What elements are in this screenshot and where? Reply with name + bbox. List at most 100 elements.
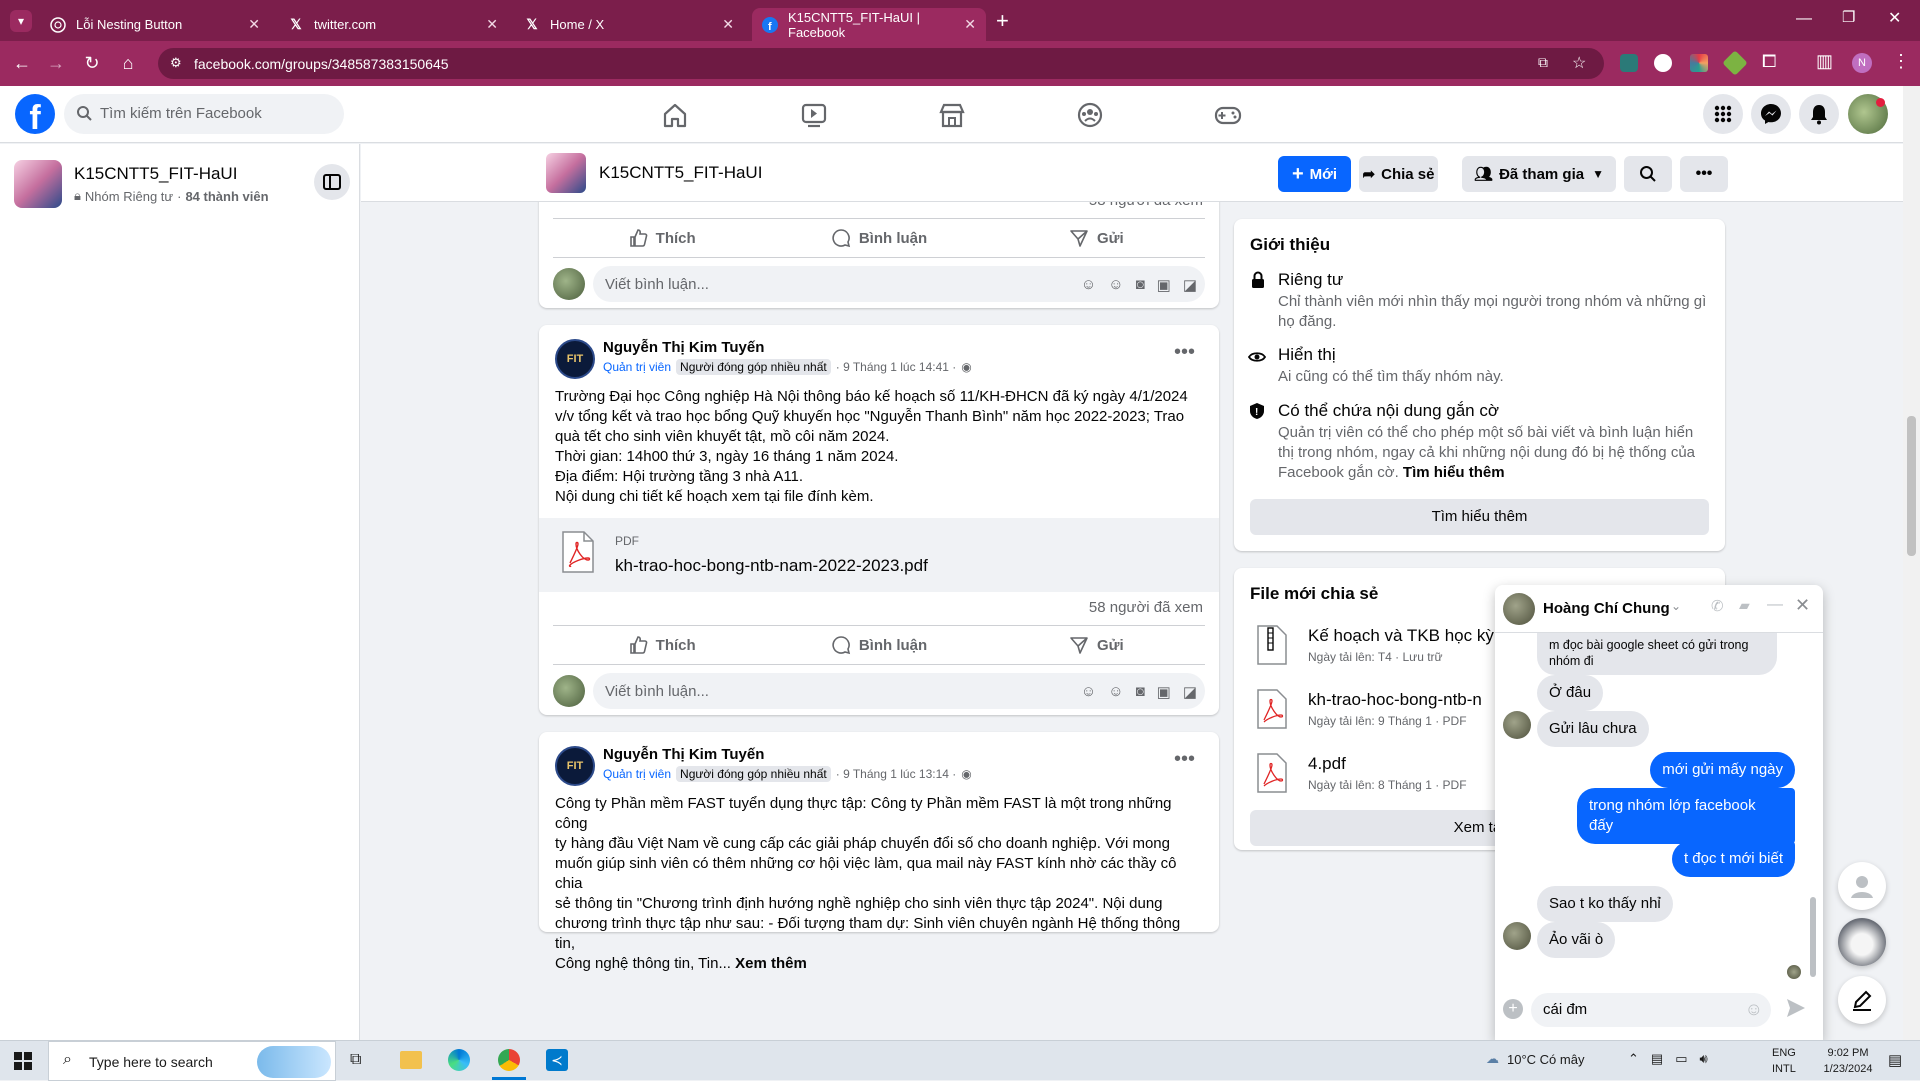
window-close-button[interactable]: ✕ — [1888, 8, 1901, 28]
post-time[interactable]: · 9 Tháng 1 lúc 13:14 · — [836, 767, 957, 781]
message-received[interactable]: m đọc bài google sheet có gửi trong nhóm… — [1537, 633, 1777, 675]
pdf-attachment[interactable]: PDF kh-trao-hoc-bong-ntb-nam-2022-2023.p… — [539, 518, 1219, 592]
message-received[interactable]: Sao t ko thấy nhỉ — [1537, 886, 1673, 922]
message-received[interactable]: Gửi lâu chưa — [1537, 711, 1649, 747]
new-tab-button[interactable]: + — [996, 8, 1009, 34]
extension-icon[interactable] — [1722, 50, 1748, 76]
scroll-thumb[interactable] — [1810, 897, 1816, 977]
tab-nesting-button[interactable]: Lỗi Nesting Button ✕ — [40, 8, 270, 41]
gif-icon[interactable]: ▣ — [1157, 276, 1171, 294]
clock[interactable]: 9:02 PM 1/23/2024 — [1816, 1045, 1880, 1077]
marketplace-nav-icon[interactable] — [937, 100, 967, 130]
search-group-button[interactable] — [1624, 156, 1672, 192]
sticker-icon[interactable]: ◪ — [1183, 276, 1197, 294]
like-button[interactable]: Thích — [553, 626, 770, 664]
close-icon[interactable]: ✕ — [722, 16, 734, 33]
battery-icon[interactable]: ▭ — [1675, 1051, 1687, 1067]
menu-grid-icon[interactable] — [1703, 94, 1743, 134]
share-button[interactable]: ➦ Chia sẻ — [1359, 156, 1438, 192]
emoji-icon[interactable]: ☺ — [1108, 276, 1123, 294]
post-time[interactable]: · 9 Tháng 1 lúc 14:41 · — [836, 360, 957, 374]
author-avatar[interactable]: FIT — [555, 339, 595, 379]
restore-button[interactable]: ❐ — [1842, 8, 1855, 26]
tab-twitter[interactable]: 𝕏 twitter.com ✕ — [278, 8, 508, 41]
collapse-sidebar-icon[interactable] — [314, 164, 350, 200]
message-sent[interactable]: mới gửi mấy ngày — [1650, 752, 1795, 788]
extension-icon[interactable] — [1690, 54, 1708, 72]
home-nav-icon[interactable] — [660, 100, 690, 130]
like-button[interactable]: Thích — [553, 219, 770, 257]
member-count[interactable]: 84 thành viên — [185, 189, 268, 204]
new-message-button[interactable] — [1838, 976, 1886, 1024]
language-indicator[interactable]: ENG INTL — [1772, 1045, 1796, 1077]
post-view-count[interactable]: 58 người đã xem — [1089, 599, 1203, 616]
learn-more-link[interactable]: Tìm hiểu thêm — [1403, 464, 1505, 481]
chat-scrollbar[interactable] — [1809, 637, 1817, 977]
message-input[interactable]: cái đm ☺ — [1531, 993, 1771, 1027]
send-button[interactable]: Gửi — [988, 219, 1205, 257]
minimize-button[interactable]: — — [1796, 10, 1812, 28]
close-icon[interactable]: ✕ — [964, 16, 976, 33]
minimize-chat-icon[interactable]: — — [1767, 596, 1783, 614]
video-nav-icon[interactable] — [799, 100, 829, 130]
see-more-link[interactable]: Xem thêm — [735, 955, 807, 972]
back-icon[interactable]: ← — [12, 53, 32, 73]
group-avatar[interactable] — [546, 153, 586, 193]
post-options-icon[interactable]: ••• — [1174, 748, 1195, 771]
install-icon[interactable]: ⧉ — [1538, 54, 1548, 71]
author-name[interactable]: Nguyễn Thị Kim Tuyến — [603, 339, 764, 356]
facebook-logo[interactable]: f — [15, 94, 55, 134]
new-post-button[interactable]: + Mới — [1278, 156, 1351, 192]
group-avatar[interactable] — [14, 160, 62, 208]
file-explorer-icon[interactable] — [400, 1051, 422, 1069]
group-title[interactable]: K15CNTT5_FIT-HaUI — [599, 163, 762, 183]
tab-search-icon[interactable]: ▾ — [10, 10, 32, 32]
emoji-icon[interactable]: ☺ — [1745, 999, 1763, 1020]
message-received[interactable]: Ở đâu — [1537, 675, 1604, 711]
camera-icon[interactable]: ◙ — [1136, 683, 1145, 701]
comment-button[interactable]: Bình luận — [770, 626, 987, 664]
sidepanel-icon[interactable]: ▥ — [1816, 51, 1833, 72]
sticker-icon[interactable]: ◪ — [1183, 683, 1197, 701]
vscode-icon[interactable]: ≺ — [546, 1049, 568, 1071]
taskbar-search[interactable]: ⌕ Type here to search — [48, 1041, 336, 1081]
add-attachment-icon[interactable]: + — [1503, 999, 1523, 1019]
send-button[interactable]: Gửi — [988, 626, 1205, 664]
weather-widget[interactable]: ☁ 10°C Có mây — [1486, 1051, 1584, 1067]
puzzle-icon[interactable]: ⧠ — [1762, 51, 1776, 72]
page-scrollbar[interactable] — [1903, 86, 1920, 1040]
top-contributor-badge[interactable]: Người đóng góp nhiều nhất — [676, 359, 831, 375]
windows-start-icon[interactable] — [14, 1052, 32, 1070]
tab-home-x[interactable]: 𝕏 Home / X ✕ — [514, 8, 744, 41]
gaming-nav-icon[interactable] — [1213, 100, 1243, 130]
message-received[interactable]: Ảo vãi ò — [1537, 922, 1616, 958]
search-input[interactable]: Tìm kiếm trên Facebook — [64, 94, 344, 134]
video-call-icon[interactable]: ▰ — [1739, 597, 1750, 614]
speaker-icon[interactable]: 🔊︎ — [1700, 1051, 1708, 1067]
top-contributor-badge[interactable]: Người đóng góp nhiều nhất — [676, 766, 831, 782]
learn-more-button[interactable]: Tìm hiểu thêm — [1250, 499, 1709, 535]
scroll-thumb[interactable] — [1907, 416, 1916, 556]
gif-icon[interactable]: ▣ — [1157, 683, 1171, 701]
call-icon[interactable]: ✆ — [1711, 597, 1724, 615]
message-sent[interactable]: trong nhóm lớp facebook đấy — [1577, 788, 1795, 844]
message-sent[interactable]: t đọc t mới biết — [1671, 841, 1795, 877]
admin-role[interactable]: Quản trị viên — [603, 360, 671, 374]
close-chat-icon[interactable]: ✕ — [1795, 595, 1810, 616]
home-icon[interactable]: ⌂ — [118, 53, 138, 73]
network-icon[interactable]: ▤ — [1651, 1051, 1663, 1067]
chat-head-default[interactable] — [1838, 862, 1886, 910]
author-avatar[interactable]: FIT — [555, 746, 595, 786]
contact-avatar[interactable] — [1503, 593, 1535, 625]
admin-role[interactable]: Quản trị viên — [603, 767, 671, 781]
camera-icon[interactable]: ◙ — [1136, 276, 1145, 294]
chrome-icon[interactable] — [498, 1049, 520, 1071]
close-icon[interactable]: ✕ — [248, 16, 260, 33]
close-icon[interactable]: ✕ — [486, 16, 498, 33]
joined-button[interactable]: 👥︎ Đã tham gia ▼ — [1462, 156, 1616, 192]
chat-head-husky[interactable] — [1838, 918, 1886, 966]
more-options-button[interactable]: ••• — [1680, 156, 1728, 192]
extension-icon[interactable] — [1620, 54, 1638, 72]
author-name[interactable]: Nguyễn Thị Kim Tuyến — [603, 746, 764, 763]
groups-nav-icon[interactable] — [1075, 100, 1105, 130]
